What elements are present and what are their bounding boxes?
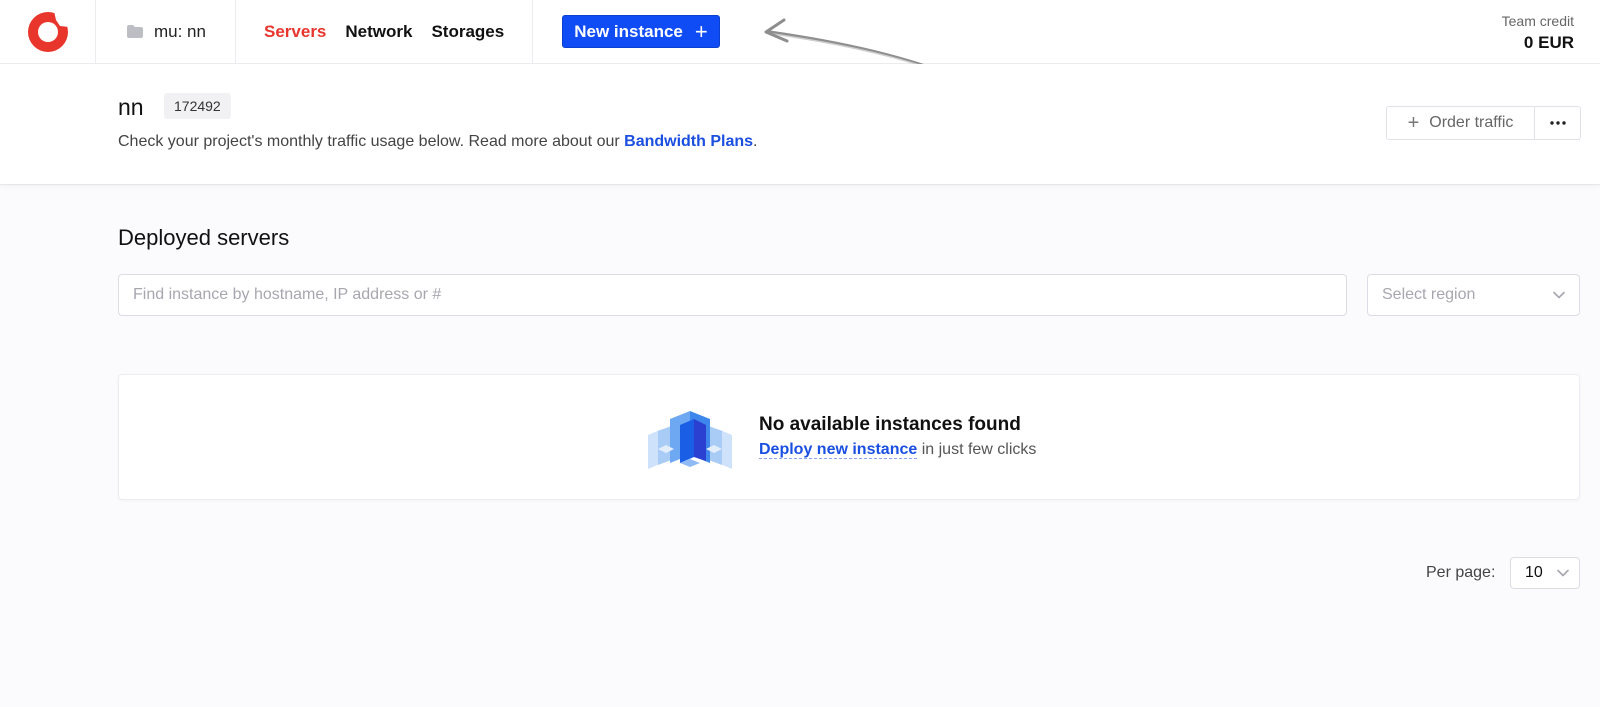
project-name: nn — [118, 94, 144, 120]
credit-value: 0 EUR — [1523, 33, 1574, 52]
instances-illustration-icon — [648, 411, 732, 469]
project-switcher[interactable]: mu: nn — [96, 0, 236, 63]
nav-servers[interactable]: Servers — [264, 22, 326, 42]
credit-label: Team credit — [1501, 13, 1574, 29]
deployed-servers-title: Deployed servers — [118, 225, 290, 250]
description-end: . — [753, 133, 758, 150]
logo-cell — [0, 0, 96, 63]
empty-state-card: No available instances found Deploy new … — [118, 374, 1580, 500]
order-traffic-group: + Order traffic — [1386, 106, 1581, 140]
region-select[interactable]: Select region — [1367, 274, 1580, 316]
empty-state-title: No available instances found — [759, 414, 1021, 435]
brand-logo-icon[interactable] — [27, 10, 69, 53]
project-description: Check your project's monthly traffic usa… — [118, 133, 758, 151]
main-nav: Servers Network Storages — [236, 0, 533, 63]
instance-search-input[interactable] — [118, 274, 1347, 316]
nav-storages[interactable]: Storages — [431, 22, 504, 42]
deploy-instance-link[interactable]: Deploy new instance — [759, 441, 918, 459]
nav-network[interactable]: Network — [345, 22, 412, 42]
empty-state-suffix: in just few clicks — [917, 441, 1037, 458]
team-credit: Team credit 0 EUR — [1502, 13, 1574, 53]
project-label: mu: nn — [154, 21, 206, 41]
bandwidth-plans-link[interactable]: Bandwidth Plans — [624, 133, 753, 150]
top-navigation: mu: nn Servers Network Storages — [0, 0, 1600, 64]
plus-icon: + — [694, 18, 708, 44]
folder-icon — [127, 25, 143, 38]
region-placeholder: Select region — [1382, 286, 1476, 303]
project-id-badge: 172492 — [164, 93, 231, 119]
new-instance-button[interactable]: New instance + — [562, 15, 720, 48]
description-text: Check your project's monthly traffic usa… — [118, 133, 620, 150]
more-dots-icon — [1549, 121, 1566, 125]
more-options-button[interactable] — [1535, 106, 1581, 140]
empty-state-subtitle: Deploy new instance in just few clicks — [759, 441, 1036, 459]
order-traffic-label: Order traffic — [1429, 114, 1514, 131]
per-page-select[interactable]: 10 — [1510, 557, 1580, 589]
order-traffic-button[interactable]: + Order traffic — [1386, 106, 1535, 140]
chevron-down-icon — [1557, 569, 1569, 577]
project-header: nn 172492 Check your project's monthly t… — [0, 64, 1600, 185]
per-page-value: 10 — [1525, 564, 1543, 581]
per-page-label: Per page: — [1426, 564, 1496, 581]
chevron-down-icon — [1553, 291, 1565, 299]
new-instance-label: New instance — [574, 21, 683, 41]
plus-icon: + — [1407, 112, 1420, 134]
